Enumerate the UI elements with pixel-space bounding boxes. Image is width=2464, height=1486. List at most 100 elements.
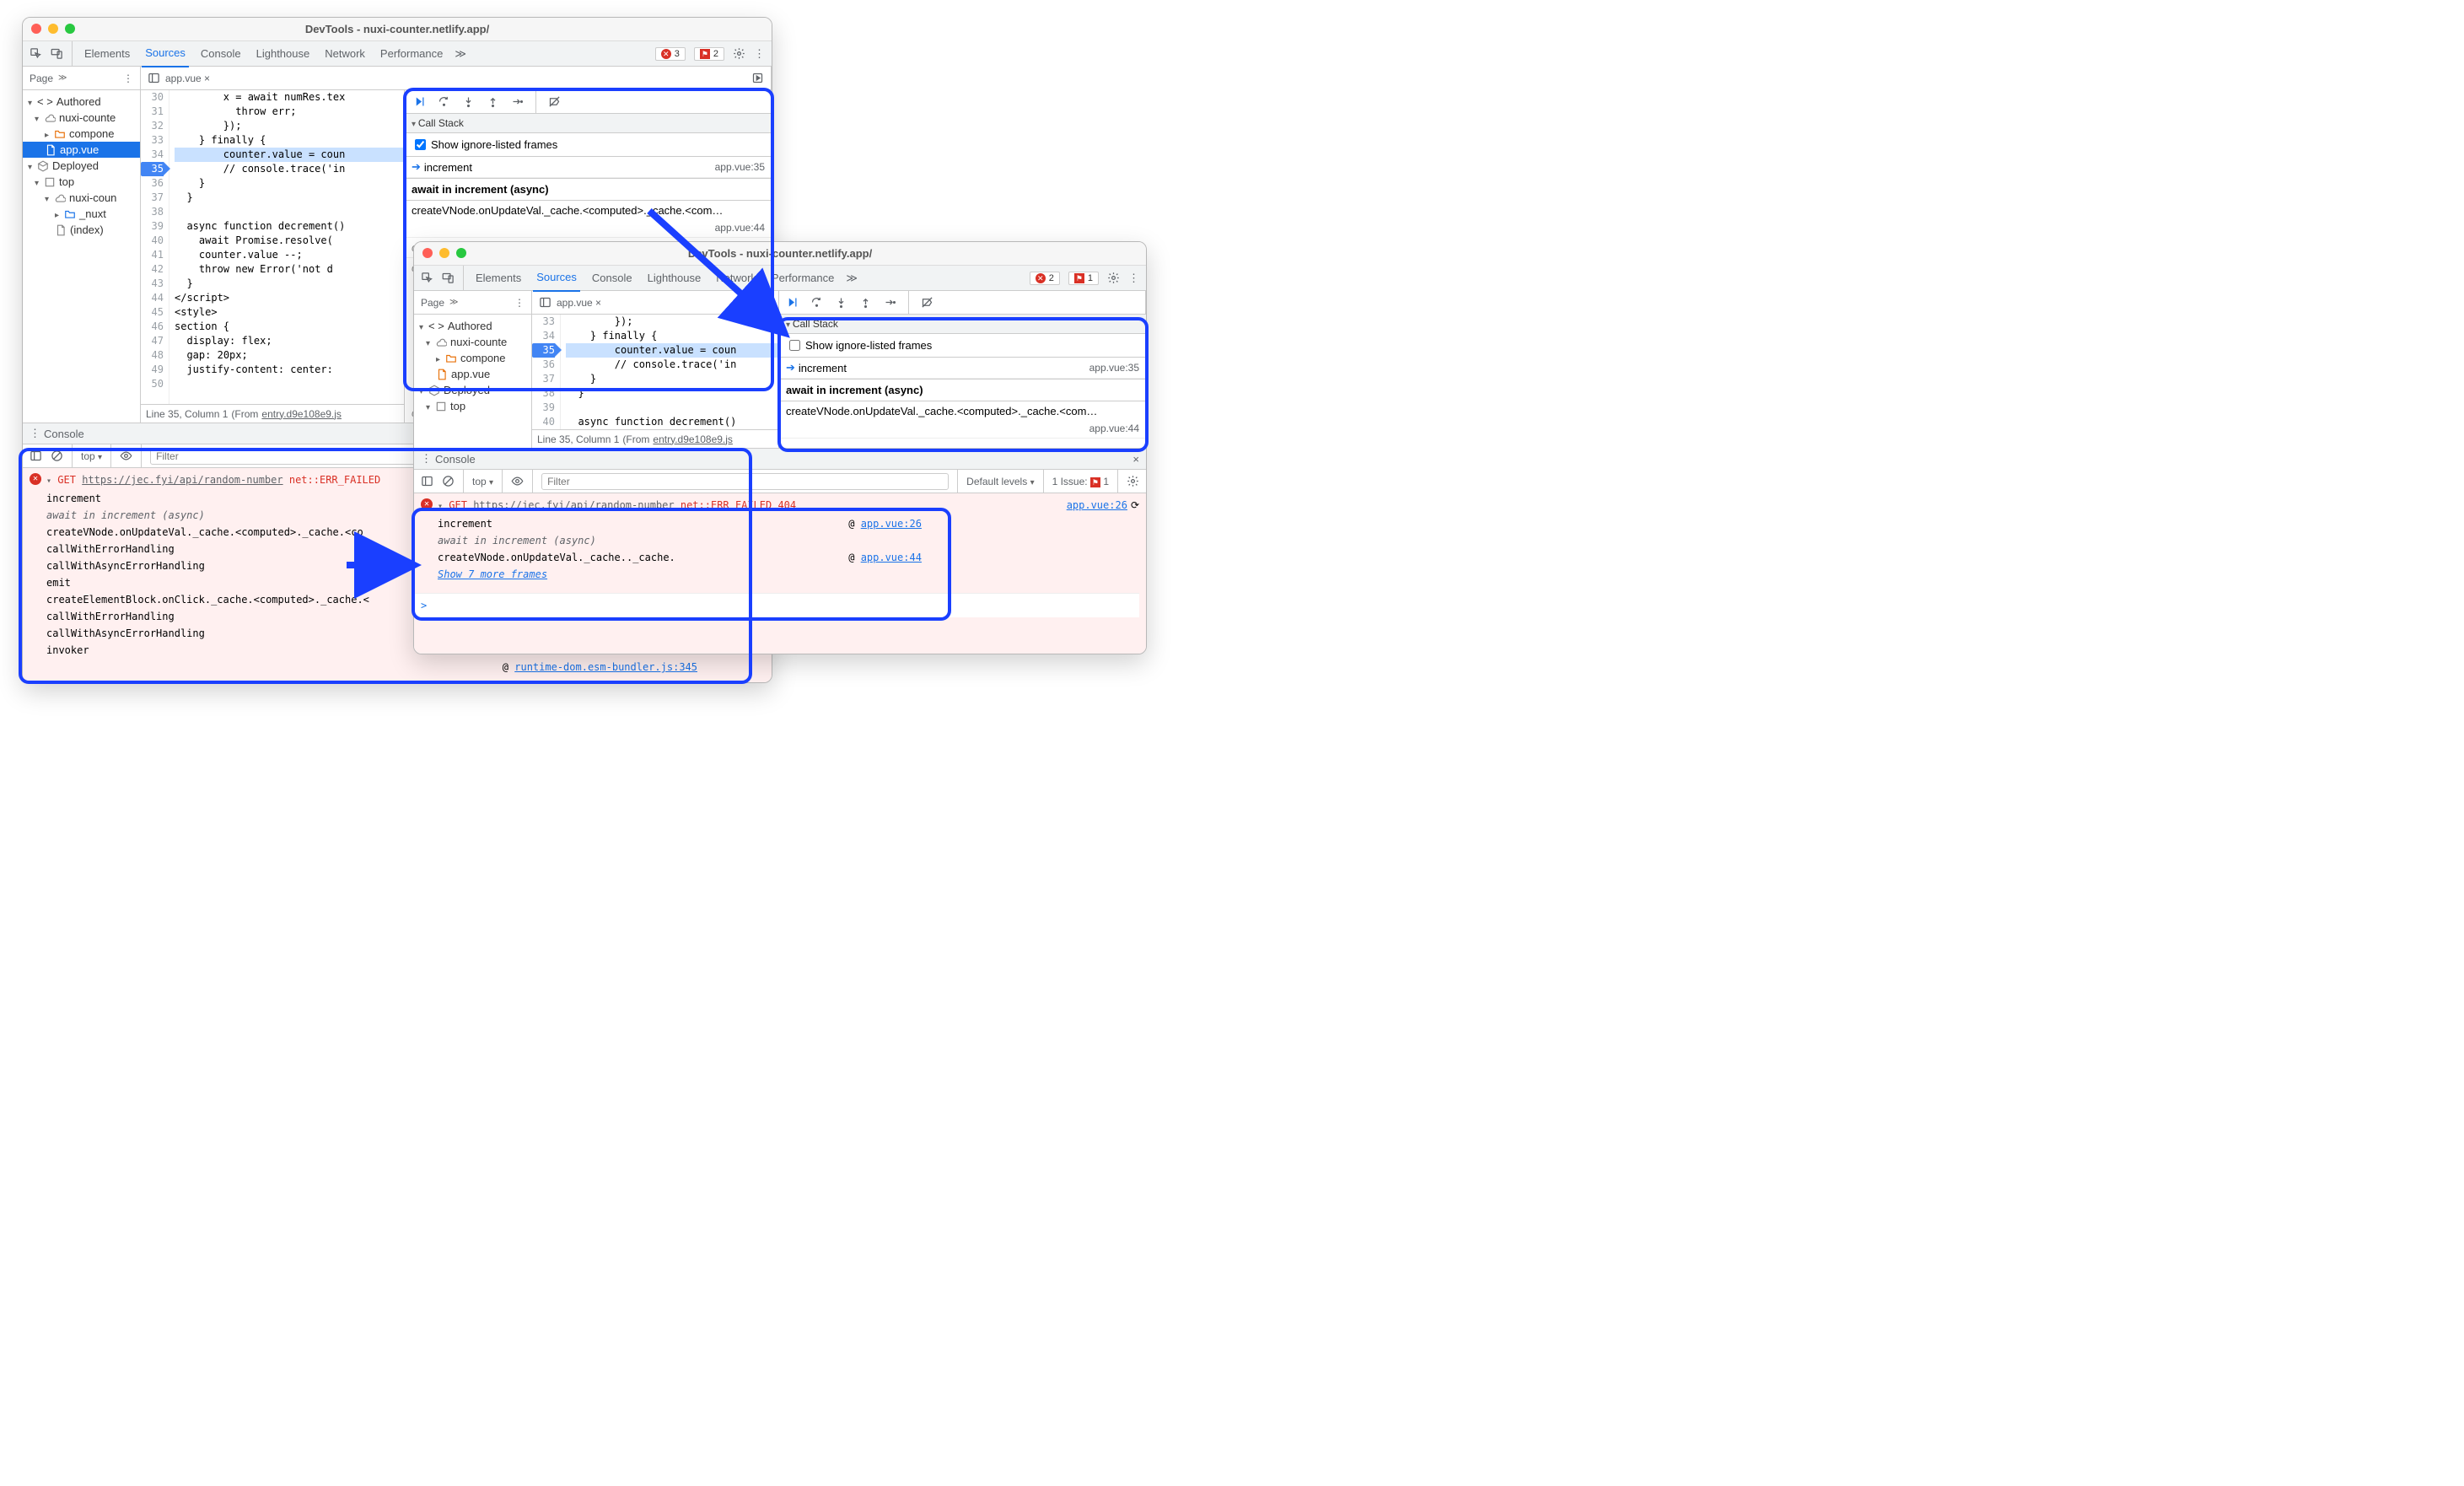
stack-frame[interactable]: createVNode.onUpdateVal._cache.<computed… [779, 401, 1146, 439]
errors-badge[interactable]: ✕2 [1030, 272, 1060, 285]
tab-elements[interactable]: Elements [81, 41, 133, 67]
file-tab[interactable]: app.vue × [165, 73, 210, 84]
tab-performance[interactable]: Performance [768, 266, 837, 291]
source-link[interactable]: entry.d9e108e9.js [653, 433, 733, 445]
tab-console[interactable]: Console [197, 41, 245, 67]
issues-link[interactable]: 1 Issue: ⚑ 1 [1052, 476, 1109, 487]
step-out-icon[interactable] [859, 296, 872, 309]
sources-subtoolbar: Page ≫ ⋮ app.vue × [414, 291, 1146, 315]
tab-network[interactable]: Network [713, 266, 760, 291]
call-stack-header[interactable]: Call Stack [779, 315, 1146, 334]
tab-lighthouse[interactable]: Lighthouse [253, 41, 314, 67]
file-app-vue[interactable]: app.vue [414, 366, 531, 382]
step-over-icon[interactable] [810, 296, 823, 309]
error-icon: ✕ [421, 498, 433, 510]
main-toolbar: Elements Sources Console Lighthouse Netw… [23, 41, 772, 67]
errors-badge[interactable]: ✕3 [655, 47, 686, 61]
more-tabs-icon[interactable]: ≫ [455, 47, 466, 61]
eye-icon[interactable] [511, 475, 524, 487]
console-drawer-header[interactable]: ⋮ Console × [414, 448, 1146, 470]
call-stack-header[interactable]: Call Stack [405, 114, 772, 133]
more-icon[interactable]: ≫ [58, 73, 67, 83]
async-header: await in increment (async) [779, 379, 1146, 401]
kebab-icon[interactable]: ⋮ [754, 47, 765, 61]
file-app-vue[interactable]: app.vue [23, 142, 140, 158]
deactivate-breakpoints-icon[interactable] [921, 296, 933, 309]
sidebar-toggle-icon[interactable] [421, 475, 433, 487]
more-icon[interactable]: ≫ [449, 298, 458, 307]
show-ignored-checkbox[interactable]: Show ignore-listed frames [412, 137, 557, 153]
run-snippet-icon[interactable] [751, 72, 764, 84]
debugger-pane: Call Stack Show ignore-listed frames ➔ i… [779, 315, 1146, 448]
traffic-lights[interactable] [422, 248, 466, 258]
maximize-icon[interactable] [456, 248, 466, 258]
resume-icon[interactable] [413, 95, 426, 108]
source-link[interactable]: entry.d9e108e9.js [261, 408, 342, 420]
step-icon[interactable] [884, 296, 896, 309]
error-icon: ✕ [30, 473, 41, 485]
gear-icon[interactable] [733, 47, 745, 60]
step-into-icon[interactable] [462, 95, 475, 108]
titlebar: DevTools - nuxi-counter.netlify.app/ [23, 18, 772, 41]
context-selector[interactable]: top ▾ [81, 450, 102, 462]
tab-lighthouse[interactable]: Lighthouse [644, 266, 705, 291]
kebab-icon[interactable]: ⋮ [514, 297, 525, 309]
step-over-icon[interactable] [438, 95, 450, 108]
console-prompt[interactable]: > [414, 593, 1139, 617]
kebab-icon[interactable]: ⋮ [1128, 272, 1139, 285]
gear-icon[interactable] [1127, 475, 1139, 487]
tab-console[interactable]: Console [589, 266, 636, 291]
code-editor[interactable]: 3334353637383940 }); } finally { counter… [532, 315, 779, 448]
page-tab[interactable]: Page [421, 297, 444, 309]
sidebar-toggle-icon[interactable] [30, 450, 42, 462]
stack-frame[interactable]: createVNode.onUpdateVal._cache.<computed… [405, 201, 772, 238]
step-icon[interactable] [511, 95, 524, 108]
filter-input[interactable] [541, 473, 949, 490]
issues-badge[interactable]: ⚑1 [1068, 272, 1099, 285]
sidebar-toggle-icon[interactable] [148, 72, 160, 84]
deactivate-breakpoints-icon[interactable] [548, 95, 561, 108]
page-tab[interactable]: Page [30, 73, 53, 84]
stack-frame[interactable]: ➔ increment app.vue:35 [405, 157, 772, 178]
code-editor[interactable]: 3031323334353637383940414243444546474849… [141, 90, 405, 423]
tab-performance[interactable]: Performance [377, 41, 446, 67]
file-tree[interactable]: < > Authored nuxi-counte compone app.vue… [414, 315, 532, 448]
close-icon[interactable] [422, 248, 433, 258]
clear-console-icon[interactable] [51, 450, 63, 462]
inspect-icon[interactable] [421, 272, 433, 284]
step-into-icon[interactable] [835, 296, 847, 309]
close-icon[interactable]: × [1132, 453, 1139, 466]
tab-sources[interactable]: Sources [142, 40, 189, 67]
source-link[interactable]: app.vue:26 [1067, 497, 1127, 515]
minimize-icon[interactable] [439, 248, 449, 258]
tab-elements[interactable]: Elements [472, 266, 525, 291]
context-selector[interactable]: top ▾ [472, 476, 493, 487]
inspect-icon[interactable] [30, 47, 42, 60]
console-output[interactable]: ✕ ▾ GET https://jec.fyi/api/random-numbe… [414, 493, 1146, 654]
kebab-icon[interactable]: ⋮ [123, 73, 133, 84]
step-out-icon[interactable] [487, 95, 499, 108]
sidebar-toggle-icon[interactable] [539, 296, 551, 309]
maximize-icon[interactable] [65, 24, 75, 34]
eye-icon[interactable] [120, 450, 132, 462]
levels-selector[interactable]: Default levels ▾ [966, 476, 1034, 487]
file-tree[interactable]: < > Authored nuxi-counte compone app.vue… [23, 90, 141, 423]
show-ignored-checkbox[interactable]: Show ignore-listed frames [786, 337, 932, 353]
file-tab[interactable]: app.vue × [557, 297, 601, 309]
minimize-icon[interactable] [48, 24, 58, 34]
tab-sources[interactable]: Sources [533, 265, 580, 292]
traffic-lights[interactable] [31, 24, 75, 34]
device-icon[interactable] [442, 272, 455, 284]
show-more-frames[interactable]: Show 7 more frames [438, 568, 547, 580]
clear-console-icon[interactable] [442, 475, 455, 487]
stack-frame[interactable]: ➔ increment app.vue:35 [779, 358, 1146, 379]
gear-icon[interactable] [1107, 272, 1120, 284]
sources-subtoolbar: Page ≫ ⋮ app.vue × [23, 67, 772, 90]
issues-badge[interactable]: ⚑2 [694, 47, 724, 61]
device-icon[interactable] [51, 47, 63, 60]
more-tabs-icon[interactable]: ≫ [846, 272, 858, 285]
resume-icon[interactable] [786, 296, 799, 309]
close-icon[interactable] [31, 24, 41, 34]
tab-network[interactable]: Network [321, 41, 369, 67]
devtools-window-b: DevTools - nuxi-counter.netlify.app/ Ele… [413, 241, 1147, 654]
